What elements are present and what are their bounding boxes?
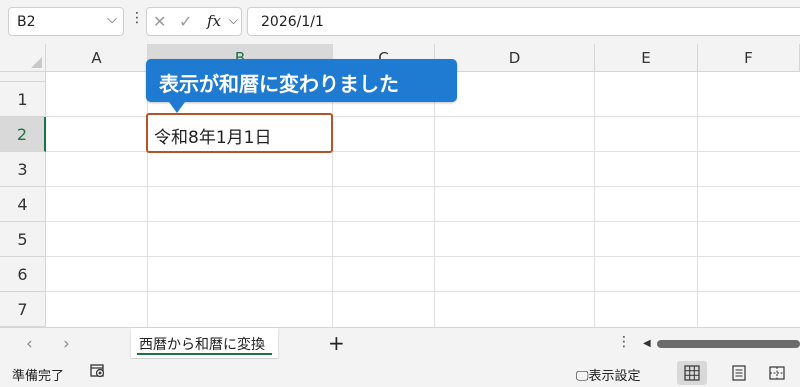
formula-bar: B2 ⌵ ⋮ ✕ ✓ fx ⌵ 2026/1/1 (0, 0, 800, 44)
display-settings-button[interactable]: 🖵表示設定 (576, 365, 641, 384)
row-header-7[interactable]: 7 (0, 292, 46, 327)
display-settings-label: 表示設定 (588, 369, 641, 384)
page-break-icon (769, 366, 785, 380)
active-tab-indicator (137, 353, 272, 355)
grid-line (332, 72, 333, 327)
status-ready: 準備完了 (12, 369, 65, 384)
row-header-spacer (0, 72, 46, 82)
cell-b2[interactable]: 令和8年1月1日 (146, 113, 333, 153)
column-header-e[interactable]: E (595, 44, 698, 72)
grid-line (46, 256, 800, 257)
status-bar: 準備完了 🖵表示設定 (0, 359, 800, 387)
page-break-view-button[interactable] (762, 361, 792, 385)
grid-line (434, 72, 435, 327)
grid-line (46, 186, 800, 187)
column-header-f[interactable]: F (698, 44, 800, 72)
cancel-icon[interactable]: ✕ (153, 12, 166, 31)
row-header-4[interactable]: 4 (0, 187, 46, 222)
formula-input[interactable]: 2026/1/1 (247, 7, 800, 36)
formula-buttons: ✕ ✓ fx ⌵ (146, 7, 242, 36)
row-header-1[interactable]: 1 (0, 82, 46, 117)
horizontal-scrollbar[interactable]: ◀ (643, 337, 800, 351)
grid-line (46, 291, 800, 292)
sheet-tab-label: 西暦から和暦に変換 (139, 337, 265, 353)
column-header-a[interactable]: A (46, 44, 148, 72)
macro-record-icon[interactable] (90, 364, 106, 378)
callout-text: 表示が和暦に変わりました (159, 72, 399, 96)
chevron-down-icon[interactable]: ⌵ (107, 12, 117, 27)
chevron-right-icon[interactable]: › (63, 334, 70, 354)
formula-value: 2026/1/1 (261, 14, 324, 30)
page-layout-icon (732, 365, 746, 381)
name-box[interactable]: B2 ⌵ (8, 7, 124, 36)
add-sheet-button[interactable]: + (328, 331, 345, 355)
enter-check-icon[interactable]: ✓ (179, 12, 192, 31)
row-header-3[interactable]: 3 (0, 152, 46, 187)
more-vertical-icon[interactable]: ⋮ (130, 11, 144, 25)
row-header-6[interactable]: 6 (0, 257, 46, 292)
annotation-callout: 表示が和暦に変わりました (146, 59, 457, 113)
scrollbar-thumb[interactable] (657, 340, 800, 348)
grid-view-icon (684, 365, 700, 381)
insert-function-icon[interactable]: fx (207, 12, 221, 30)
display-settings-icon: 🖵 (576, 369, 589, 384)
column-header-d[interactable]: D (435, 44, 595, 72)
cell-b2-value: 令和8年1月1日 (154, 128, 272, 148)
name-box-value: B2 (17, 14, 36, 30)
sheet-tab-bar: ‹ › 西暦から和暦に変換 + ⋮ ◀ (0, 327, 800, 359)
sheet-tab[interactable]: 西暦から和暦に変換 (131, 328, 278, 358)
more-vertical-icon[interactable]: ⋮ (617, 334, 631, 350)
scroll-left-icon[interactable]: ◀ (643, 338, 651, 349)
page-layout-view-button[interactable] (724, 361, 754, 385)
row-header-5[interactable]: 5 (0, 222, 46, 257)
select-all-button[interactable] (0, 44, 46, 72)
grid-line (697, 72, 698, 327)
callout-pointer (169, 102, 185, 113)
grid-line (594, 72, 595, 327)
normal-view-button[interactable] (677, 361, 707, 385)
row-header-2[interactable]: 2 (0, 117, 46, 152)
chevron-left-icon[interactable]: ‹ (26, 334, 33, 354)
grid-line (46, 221, 800, 222)
chevron-down-icon[interactable]: ⌵ (229, 13, 238, 28)
grid-line (147, 72, 148, 327)
